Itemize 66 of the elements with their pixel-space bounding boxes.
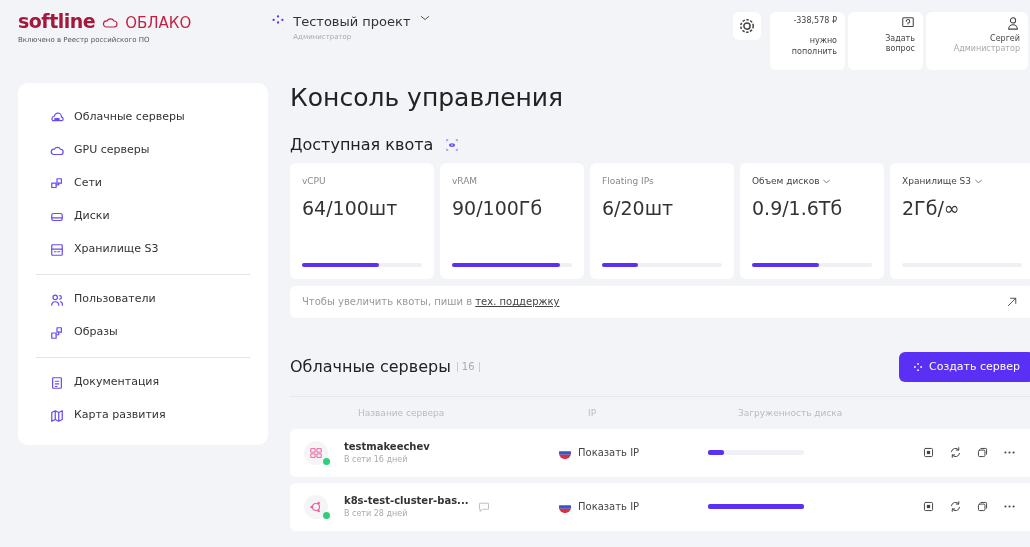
show-ip-button[interactable]: Показать IP	[558, 445, 708, 460]
quota-value: 90/100Гб	[452, 196, 544, 221]
quota-value: 64/100шт	[302, 196, 399, 221]
logo-wordmark: softline	[18, 12, 96, 31]
quota-value: 6/20шт	[602, 196, 675, 221]
page-title: Консоль управления	[290, 82, 565, 114]
column-header: Название сервера	[358, 407, 446, 420]
ubuntu-logo-icon	[309, 499, 323, 514]
settings-button[interactable]	[733, 12, 761, 40]
stop-icon	[922, 446, 935, 459]
project-name: Тестовый проект	[293, 13, 411, 31]
show-ip-button[interactable]: Показать IP	[558, 499, 708, 514]
hint-text: Чтобы увеличить квоты, пиши в тех. поддержку	[302, 295, 560, 309]
section-title: Облачные серверы	[290, 355, 451, 378]
quota-label: vRAM	[452, 174, 478, 188]
user-role: Администратор	[953, 44, 1020, 55]
cloud-logo-icon	[101, 15, 120, 31]
product-name: ОБЛАКО	[125, 16, 192, 31]
support-link[interactable]: тех. поддержку	[475, 296, 560, 307]
section-title: Доступная квота	[290, 133, 434, 156]
column-header: Загруженность диска	[738, 407, 843, 420]
refresh-icon	[949, 500, 962, 513]
quota-label: Floating IPs	[602, 174, 654, 188]
quota-value: 0.9/1.6Тб	[752, 196, 844, 221]
sidebar-item[interactable]: Сети	[36, 167, 250, 200]
map-icon	[50, 408, 64, 423]
stop-icon	[922, 500, 935, 513]
server-count: 16	[456, 361, 480, 372]
sidebar-item[interactable]: Образы	[36, 316, 250, 349]
user-panel[interactable]: Сергей Администратор	[926, 12, 1028, 70]
server-name: testmakeechev	[344, 440, 430, 454]
quota-label: Хранилище S3	[902, 174, 972, 188]
document-icon	[50, 375, 64, 390]
quota-label: Объем дисков	[752, 174, 820, 188]
server-uptime: В сети 28 дней	[344, 508, 409, 520]
question-bubble-icon	[901, 16, 915, 30]
quota-label: vCPU	[302, 174, 326, 188]
balance-panel[interactable]: -338,578 ₽ нужно пополнить	[770, 12, 845, 70]
windows-logo-icon	[309, 445, 323, 460]
gear-icon	[737, 16, 757, 36]
balance-amount: -338,578 ₽	[792, 16, 837, 27]
sidebar-item[interactable]: Документация	[36, 366, 250, 399]
network-icon	[50, 176, 64, 191]
sidebar-item[interactable]: Хранилище S3	[36, 233, 250, 266]
create-server-button[interactable]: Создать сервер	[898, 351, 1030, 382]
user-name: Сергей	[990, 34, 1020, 44]
sidebar-item[interactable]: GPU серверы	[36, 134, 250, 167]
dots-icon	[912, 361, 923, 372]
help-button[interactable]: Задать вопрос	[848, 12, 923, 70]
user-icon	[1006, 16, 1020, 30]
dots-icon	[271, 12, 286, 26]
storage-icon	[50, 242, 64, 257]
copy-icon	[976, 446, 989, 459]
arrow-up-right-icon	[1006, 295, 1018, 308]
sidebar-item[interactable]: Облачные серверы	[36, 101, 250, 134]
server-name: k8s-test-cluster-bas...	[344, 494, 469, 508]
balance-note: нужно пополнить	[790, 36, 837, 58]
refresh-icon	[949, 446, 962, 459]
sidebar-item[interactable]: Пользователи	[36, 283, 250, 316]
server-uptime: В сети 16 дней	[344, 454, 409, 466]
quota-value: 2Гб/∞	[902, 196, 961, 221]
sidebar-item[interactable]: Диски	[36, 200, 250, 233]
users-icon	[50, 292, 64, 307]
images-icon	[50, 325, 64, 340]
sidebar-item[interactable]: Карта развития	[36, 399, 250, 432]
copy-icon	[976, 500, 989, 513]
